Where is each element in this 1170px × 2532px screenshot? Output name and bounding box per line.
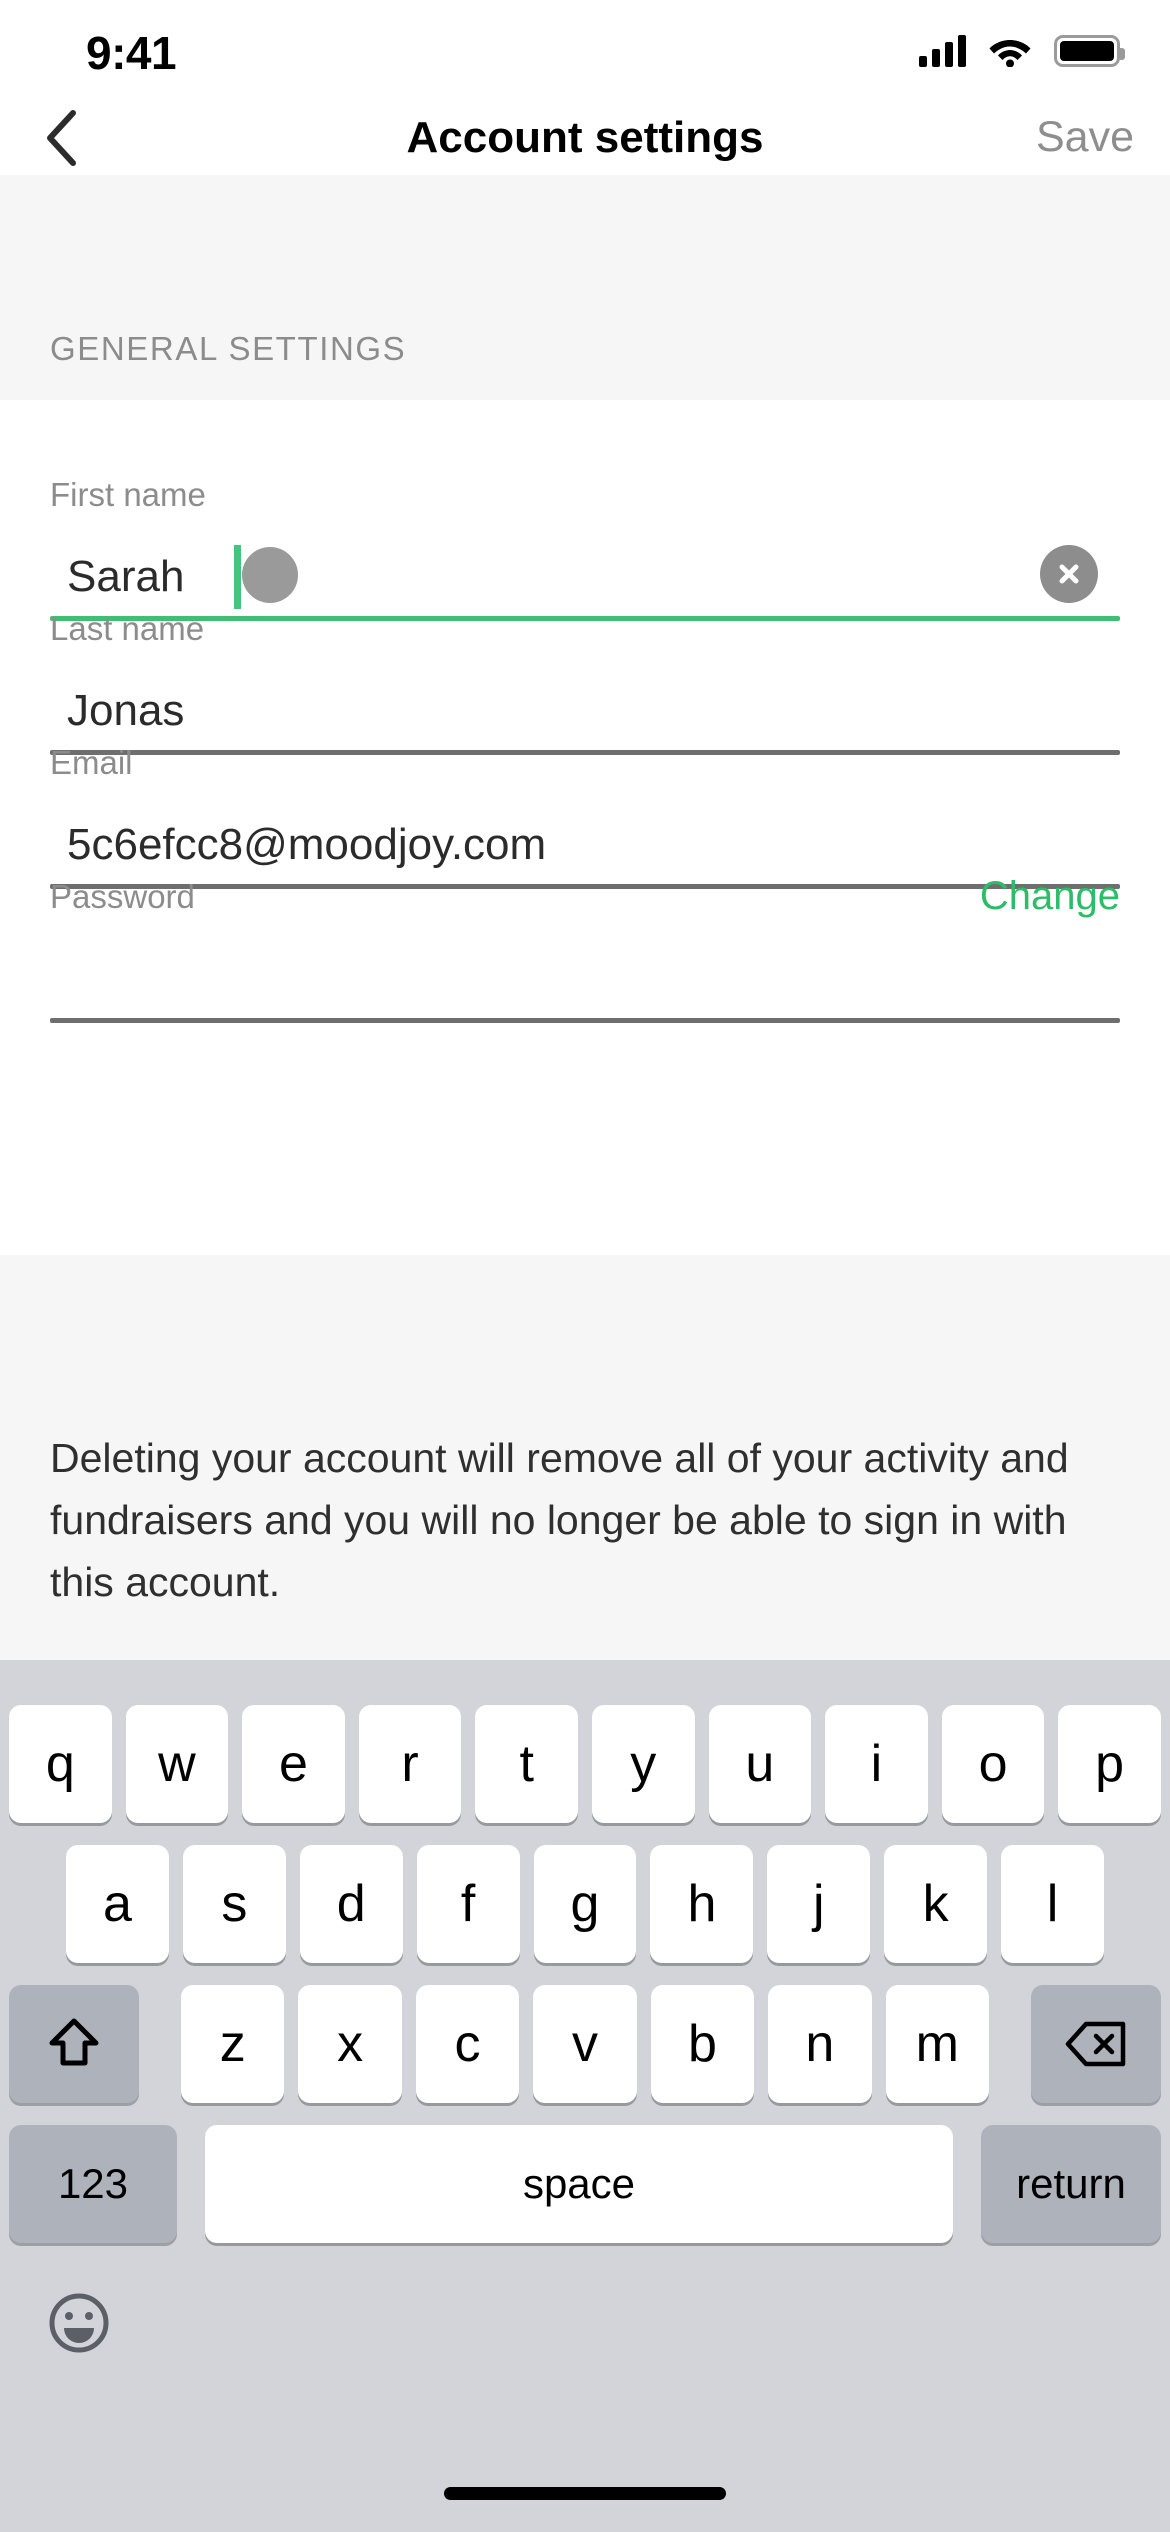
status-bar: 9:41 (0, 0, 1170, 100)
password-underline (50, 1018, 1120, 1023)
numbers-key[interactable]: 123 (9, 2125, 177, 2243)
wifi-icon (989, 40, 1031, 67)
text-caret (234, 545, 241, 609)
key-j[interactable]: j (767, 1845, 871, 1963)
last-name-input[interactable]: Jonas (50, 673, 1120, 755)
delete-account-notice: Deleting your account will remove all of… (0, 1255, 1170, 1660)
key-f[interactable]: f (416, 1845, 520, 1963)
key-k[interactable]: k (884, 1845, 988, 1963)
clear-x-glyph (1059, 564, 1079, 584)
first-name-label: First name (50, 476, 206, 513)
status-time: 9:41 (86, 27, 177, 79)
space-key[interactable]: space (205, 2125, 953, 2243)
last-name-value: Jonas (67, 686, 185, 735)
field-first-name: First name Sarah (50, 476, 1120, 621)
key-l[interactable]: l (1001, 1845, 1105, 1963)
key-v[interactable]: v (533, 1985, 637, 2103)
key-h[interactable]: h (650, 1845, 754, 1963)
battery-icon (1054, 35, 1125, 67)
save-button[interactable]: Save (1036, 100, 1134, 175)
keyboard-row-4: 123 space return (0, 2125, 1170, 2243)
email-value: 5c6efcc8@moodjoy.com (67, 820, 547, 869)
key-t[interactable]: t (475, 1705, 578, 1823)
keyboard-row-3: z x c v b n m (0, 1985, 1170, 2103)
delete-account-notice-text: Deleting your account will remove all of… (50, 1435, 1069, 1605)
last-name-label: Last name (50, 610, 205, 647)
password-label: Password (50, 878, 195, 915)
clear-icon[interactable] (1040, 545, 1098, 603)
field-email: Email 5c6efcc8@moodjoy.com (50, 744, 1120, 889)
return-key[interactable]: return (981, 2125, 1161, 2243)
key-x[interactable]: x (298, 1985, 402, 2103)
first-name-input[interactable]: Sarah (50, 539, 1120, 621)
key-w[interactable]: w (125, 1705, 229, 1823)
keyboard-row-2: a s d f g h j k l (0, 1845, 1170, 1963)
field-last-name: Last name Jonas (50, 610, 1120, 755)
touch-indicator-dot (242, 547, 298, 603)
key-u[interactable]: u (708, 1705, 812, 1823)
backspace-key[interactable] (1030, 1985, 1161, 2103)
page-title: Account settings (406, 112, 764, 162)
keyboard-row-1: q w e r t y u i o p (0, 1705, 1170, 1823)
email-label: Email (50, 744, 133, 781)
key-d[interactable]: d (299, 1845, 403, 1963)
key-a[interactable]: a (66, 1845, 169, 1963)
home-indicator[interactable] (444, 2487, 726, 2500)
key-m[interactable]: m (885, 1985, 989, 2103)
cellular-signal-icon (919, 35, 966, 67)
emoji-key[interactable] (48, 2292, 110, 2354)
key-e[interactable]: e (242, 1705, 345, 1823)
shift-key[interactable] (9, 1985, 139, 2103)
password-input[interactable] (50, 941, 1120, 1023)
section-header-label: GENERAL SETTINGS (50, 330, 407, 367)
key-p[interactable]: p (1058, 1705, 1161, 1823)
key-r[interactable]: r (358, 1705, 462, 1823)
key-q[interactable]: q (9, 1705, 112, 1823)
key-g[interactable]: g (533, 1845, 637, 1963)
email-input[interactable]: 5c6efcc8@moodjoy.com (50, 807, 1120, 889)
status-icons (919, 30, 1125, 72)
on-screen-keyboard: q w e r t y u i o p a s d f g h j k l z … (0, 1660, 1170, 2532)
key-y[interactable]: y (591, 1705, 695, 1823)
key-z[interactable]: z (181, 1985, 285, 2103)
shift-arrow-icon (49, 2018, 99, 2066)
first-name-value: Sarah (67, 552, 185, 601)
field-password: Password Change (50, 874, 1120, 1023)
key-o[interactable]: o (941, 1705, 1045, 1823)
key-s[interactable]: s (182, 1845, 286, 1963)
emoji-smiley-icon (49, 2293, 109, 2353)
navigation-bar: Account settings Save (0, 100, 1170, 175)
key-b[interactable]: b (650, 1985, 755, 2103)
phone-screen: 9:41 Account settings Save GENERAL SETTI (0, 0, 1170, 2532)
general-settings-form: First name Sarah Last name Jonas Email 5… (0, 400, 1170, 1255)
change-password-link[interactable]: Change (980, 874, 1120, 919)
key-n[interactable]: n (768, 1985, 872, 2103)
key-c[interactable]: c (415, 1985, 520, 2103)
backspace-delete-icon (1065, 2021, 1126, 2067)
key-i[interactable]: i (825, 1705, 928, 1823)
